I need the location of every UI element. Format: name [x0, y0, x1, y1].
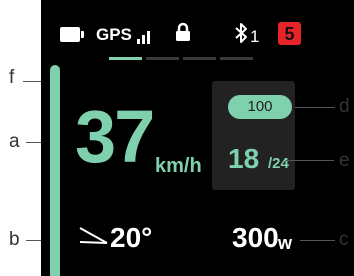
power-value: 300 [232, 222, 279, 253]
notification-badge[interactable]: 5 [278, 22, 301, 45]
page-indicator-dot-3[interactable] [183, 57, 216, 60]
page-indicator-dot-4[interactable] [220, 57, 253, 60]
lock-icon [176, 22, 190, 41]
power-unit: w [278, 233, 293, 253]
level-bar [50, 65, 60, 276]
assist-level-pill[interactable]: 100 [228, 95, 292, 119]
callout-label-d: d [339, 96, 350, 117]
bluetooth-device-count: 1 [250, 27, 260, 46]
trip-current-value: 18 [228, 143, 260, 174]
page-indicator-dot-2[interactable] [146, 57, 179, 60]
callout-line-d [295, 107, 335, 108]
battery-icon [60, 27, 84, 42]
speed-unit: km/h [155, 155, 202, 177]
speed-value: 37 [75, 95, 155, 178]
temperature-value: 20° [110, 222, 153, 253]
callout-line-c [300, 240, 335, 241]
signal-bars-icon [137, 27, 153, 44]
callout-label-a: a [9, 131, 20, 152]
callout-label-b: b [9, 229, 20, 250]
trip-total-value: /24 [268, 155, 289, 172]
page-indicator-dot-1[interactable] [109, 57, 142, 60]
callout-label-f: f [9, 67, 15, 88]
callout-label-c: c [339, 229, 349, 250]
display-screen: GPS 1 5 37 km/h 100 18 /24 20° 300 w [41, 0, 354, 276]
callout-label-e: e [339, 150, 350, 171]
bluetooth-icon [235, 23, 247, 43]
temperature-indicator-icon [79, 227, 108, 244]
callout-line-e [286, 160, 334, 161]
gps-label: GPS [96, 25, 132, 44]
